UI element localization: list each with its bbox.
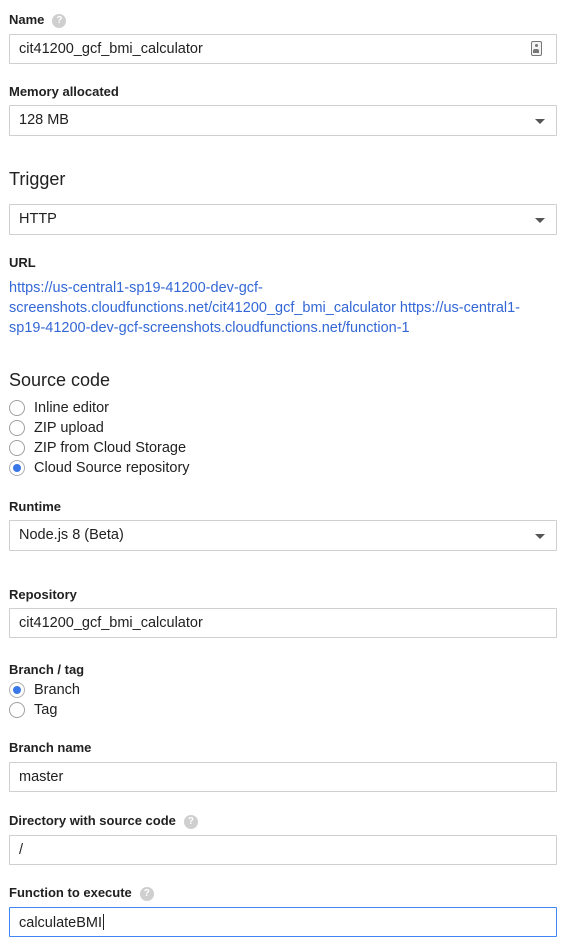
directory-label-text: Directory with source code [9, 813, 176, 828]
runtime-label: Runtime [9, 499, 61, 514]
trigger-select-value: HTTP [19, 211, 57, 227]
radio-button[interactable] [9, 400, 25, 416]
radio-branch[interactable]: Branch [9, 680, 80, 700]
source-code-heading: Source code [9, 370, 111, 390]
function-label-text: Function to execute [9, 885, 132, 900]
radio-button-checked[interactable] [9, 460, 25, 476]
help-icon[interactable]: ? [183, 815, 198, 829]
runtime-select[interactable]: Node.js 8 (Beta) [9, 520, 557, 551]
radio-label: Tag [34, 702, 58, 718]
dropdown-caret-icon [535, 218, 545, 223]
name-input[interactable]: cit41200_gcf_bmi_calculator [9, 34, 557, 64]
name-label-text: Name [9, 12, 45, 27]
radio-label: Branch [34, 682, 80, 698]
url-label: URL [9, 255, 36, 270]
url-link[interactable]: https://us-central1-sp19-41200-dev-gcf- … [9, 278, 565, 338]
directory-input[interactable]: / [9, 835, 557, 865]
url-line-3: sp19-41200-dev-gcf-screenshots.cloudfunc… [9, 320, 410, 336]
repository-label: Repository [9, 587, 77, 602]
dropdown-caret-icon [535, 534, 545, 539]
memory-select-value: 128 MB [19, 112, 69, 128]
text-cursor [103, 914, 105, 930]
radio-cloud-source-repository[interactable]: Cloud Source repository [9, 458, 190, 478]
branch-name-input-value: master [19, 769, 64, 785]
help-icon[interactable]: ? [52, 14, 67, 28]
radio-button[interactable] [9, 440, 25, 456]
radio-tag[interactable]: Tag [9, 700, 57, 720]
directory-input-value: / [19, 842, 24, 858]
repository-input[interactable]: cit41200_gcf_bmi_calculator [9, 608, 557, 638]
radio-button[interactable] [9, 420, 25, 436]
dropdown-caret-icon [535, 119, 545, 124]
radio-label: ZIP from Cloud Storage [34, 440, 187, 456]
radio-zip-cloud-storage[interactable]: ZIP from Cloud Storage [9, 438, 186, 458]
url-line-1: https://us-central1-sp19-41200-dev-gcf- [9, 280, 263, 296]
branch-name-input[interactable]: master [9, 762, 557, 792]
directory-label: Directory with source code? [9, 813, 198, 829]
branch-tag-label: Branch / tag [9, 662, 85, 677]
runtime-select-value: Node.js 8 (Beta) [19, 527, 124, 543]
branch-name-label: Branch name [9, 740, 92, 755]
radio-label: Cloud Source repository [34, 460, 190, 476]
radio-button-checked[interactable] [9, 682, 25, 698]
radio-button[interactable] [9, 702, 25, 718]
radio-label: ZIP upload [34, 420, 104, 436]
name-input-value: cit41200_gcf_bmi_calculator [19, 41, 203, 57]
trigger-heading: Trigger [9, 169, 66, 189]
trigger-select[interactable]: HTTP [9, 204, 557, 235]
help-icon[interactable]: ? [139, 887, 154, 901]
memory-select[interactable]: 128 MB [9, 105, 557, 136]
memory-label: Memory allocated [9, 84, 119, 99]
radio-label: Inline editor [34, 400, 109, 416]
function-input-value: calculateBMI [19, 914, 105, 931]
repository-input-value: cit41200_gcf_bmi_calculator [19, 615, 203, 631]
function-input-text: calculateBMI [19, 915, 103, 931]
contact-card-icon[interactable] [531, 41, 542, 56]
function-input[interactable]: calculateBMI [9, 907, 557, 937]
radio-zip-upload[interactable]: ZIP upload [9, 418, 104, 438]
url-line-2: screenshots.cloudfunctions.net/cit41200_… [9, 300, 521, 316]
function-label: Function to execute? [9, 885, 154, 901]
name-label: Name? [9, 12, 67, 28]
radio-inline-editor[interactable]: Inline editor [9, 398, 109, 418]
